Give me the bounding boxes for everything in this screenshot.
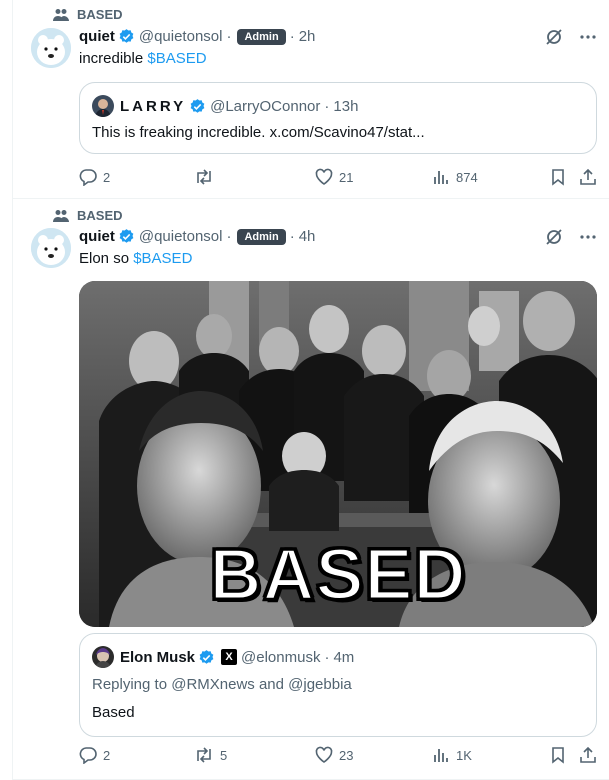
like-button[interactable]: 21 (315, 168, 353, 186)
repost-button[interactable]: 5 (194, 746, 227, 764)
timestamp[interactable]: 2h (299, 28, 316, 45)
views-icon (434, 749, 448, 762)
reply-count: 2 (103, 747, 111, 763)
views-count: 874 (456, 169, 478, 185)
more-icon[interactable] (579, 228, 597, 246)
like-count: 23 (339, 747, 354, 763)
community-label[interactable]: BASED (53, 7, 123, 22)
community-name: BASED (77, 7, 123, 22)
views-button[interactable]: 1K (432, 746, 472, 764)
author-handle[interactable]: @quietonsol (139, 28, 223, 45)
timeline: BASED quiet @quietonsol · Admin · 2h inc… (12, 0, 609, 780)
quote-author-name: LARRY (120, 97, 187, 115)
verified-icon (189, 98, 206, 115)
verified-icon (118, 228, 135, 245)
action-bar: 2 21 874 (79, 168, 607, 188)
tweet-header: quiet @quietonsol · Admin · 2h (79, 28, 316, 45)
quote-header: LARRY @LarryOConnor · 13h (92, 95, 358, 117)
bookmark-icon (552, 169, 564, 186)
share-icon (580, 168, 596, 185)
avatar[interactable] (31, 28, 71, 68)
author-handle[interactable]: @quietonsol (139, 228, 223, 245)
community-name: BASED (77, 208, 123, 223)
heart-icon (315, 746, 333, 763)
avatar[interactable] (31, 228, 71, 268)
tweet-text: Elon so $BASED (79, 250, 193, 267)
bookmark-icon (552, 747, 564, 764)
cashtag-link[interactable]: $BASED (147, 50, 206, 67)
quote-author-handle: @elonmusk (241, 648, 321, 666)
x-affiliate-badge: X (221, 649, 238, 665)
author-name[interactable]: quiet (79, 228, 115, 245)
reply-count: 2 (103, 169, 111, 185)
heart-icon (315, 168, 333, 185)
grok-icon[interactable] (545, 228, 563, 246)
attached-photo[interactable]: BASED (79, 281, 597, 627)
image-caption: BASED (208, 535, 467, 615)
admin-badge: Admin (237, 228, 286, 245)
tweet[interactable]: BASED quiet @quietonsol · Admin · 4h Elo… (13, 199, 609, 780)
community-label[interactable]: BASED (53, 208, 123, 223)
top-icons (545, 228, 597, 246)
admin-badge: Admin (237, 28, 286, 45)
quote-timestamp: 13h (333, 97, 359, 115)
tweet-text: incredible $BASED (79, 50, 207, 67)
quote-author-handle: @LarryOConnor (210, 97, 321, 115)
repost-count: 5 (220, 747, 228, 763)
reply-button[interactable]: 2 (79, 168, 110, 186)
cashtag-link[interactable]: $BASED (133, 250, 192, 267)
more-icon[interactable] (579, 28, 597, 46)
verified-icon (118, 28, 135, 45)
share-button[interactable] (579, 168, 603, 186)
community-icon (53, 8, 69, 21)
quoted-tweet[interactable]: Elon Musk X @elonmusk · 4m Replying to @… (79, 633, 597, 737)
repost-icon (197, 747, 211, 763)
bookmark-button[interactable] (549, 746, 573, 764)
quote-text: This is freaking incredible. x.com/Scavi… (92, 124, 425, 141)
grok-icon[interactable] (545, 28, 563, 46)
quote-timestamp: 4m (333, 648, 355, 666)
reply-icon (79, 747, 97, 764)
polar-bear-avatar (31, 28, 71, 68)
share-button[interactable] (579, 746, 603, 764)
views-icon (434, 171, 448, 184)
quote-avatar (92, 646, 114, 668)
quote-text: Based (92, 704, 135, 721)
top-icons (545, 28, 597, 46)
quote-author-name: Elon Musk (120, 648, 196, 666)
repost-icon (197, 169, 211, 185)
reply-icon (79, 169, 97, 186)
quote-header: Elon Musk X @elonmusk · 4m (92, 646, 354, 668)
views-count: 1K (456, 747, 472, 763)
quoted-tweet[interactable]: LARRY @LarryOConnor · 13h This is freaki… (79, 82, 597, 154)
like-count: 21 (339, 169, 354, 185)
tweet[interactable]: BASED quiet @quietonsol · Admin · 2h inc… (13, 0, 609, 199)
polar-bear-avatar (31, 228, 71, 268)
tweet-header: quiet @quietonsol · Admin · 4h (79, 228, 316, 245)
replying-to: Replying to @RMXnews and @jgebbia (92, 676, 352, 693)
like-button[interactable]: 23 (315, 746, 353, 764)
community-icon (53, 209, 69, 222)
timestamp[interactable]: 4h (299, 228, 316, 245)
action-bar: 2 5 23 1K (79, 746, 607, 766)
bookmark-button[interactable] (549, 168, 573, 186)
repost-button[interactable] (194, 168, 220, 186)
share-icon (580, 746, 596, 763)
reply-button[interactable]: 2 (79, 746, 110, 764)
views-button[interactable]: 874 (432, 168, 478, 186)
author-name[interactable]: quiet (79, 28, 115, 45)
verified-icon (198, 649, 215, 666)
quote-avatar (92, 95, 114, 117)
